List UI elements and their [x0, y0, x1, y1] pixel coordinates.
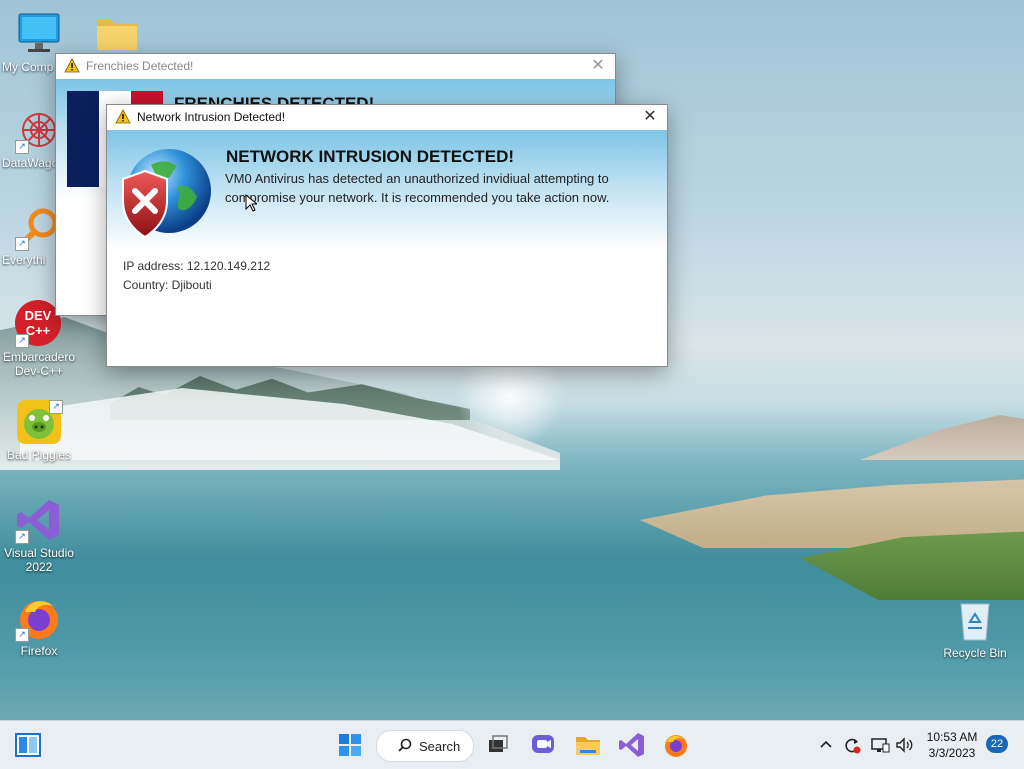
monitor-icon	[15, 10, 63, 58]
notification-badge[interactable]: 22	[986, 735, 1008, 753]
network-intrusion-dialog[interactable]: Network Intrusion Detected! ✕ NETWORK IN…	[106, 104, 668, 367]
frenchies-titlebar[interactable]: Frenchies Detected! ✕	[56, 54, 615, 78]
globe-shield-icon	[122, 149, 211, 239]
close-button[interactable]: ✕	[641, 108, 659, 126]
desktop-icon-label: Embarcadero Dev-C++	[2, 350, 76, 378]
pig-icon: ↗	[15, 398, 63, 446]
desktop-icon-firefox[interactable]: ↗ Firefox	[0, 594, 78, 658]
visual-studio-icon[interactable]	[618, 731, 646, 759]
dialog-title: Network Intrusion Detected!	[137, 110, 286, 124]
warning-icon	[64, 58, 80, 73]
search-button[interactable]: Search	[376, 730, 474, 762]
desktop-icon-recycle-bin[interactable]: Recycle Bin	[936, 596, 1014, 660]
dialog-title: Frenchies Detected!	[86, 59, 194, 73]
country-text: Country: Djibouti	[123, 278, 212, 292]
sync-icon[interactable]	[842, 735, 862, 755]
desktop-icon-label: Recycle Bin	[943, 646, 1007, 660]
firefox-icon: ↗	[15, 594, 63, 642]
show-desktop-icon[interactable]	[14, 731, 42, 759]
folder-icon	[93, 10, 141, 58]
taskbar: Search 10:53 AM 3/3/2023 22	[0, 720, 1024, 769]
recycle-bin-icon	[951, 596, 999, 644]
dialog-message: VM0 Antivirus has detected an unauthoriz…	[225, 171, 610, 205]
network-icon[interactable]	[870, 735, 890, 755]
chevron-up-icon[interactable]	[818, 737, 834, 753]
clock[interactable]: 10:53 AM 3/3/2023	[922, 729, 982, 761]
desktop-icon-visual-studio[interactable]: ↗ Visual Studio 2022	[0, 496, 78, 574]
mouse-cursor-icon	[245, 194, 257, 212]
firefox-icon[interactable]	[662, 731, 690, 759]
chat-icon[interactable]	[529, 731, 557, 759]
network-intrusion-titlebar[interactable]: Network Intrusion Detected! ✕	[107, 105, 667, 129]
desktop-icon-label: Visual Studio 2022	[4, 546, 74, 574]
search-icon	[398, 738, 412, 752]
visual-studio-icon: ↗	[15, 496, 63, 544]
start-icon[interactable]	[336, 731, 364, 759]
speaker-icon[interactable]	[894, 735, 914, 755]
desktop-icon-bad-piggies[interactable]: ↗ Bad Piggies	[0, 398, 78, 462]
ip-address-text: IP address: 12.120.149.212	[123, 259, 271, 273]
desktop-icon-label: Bad Piggies	[6, 448, 72, 462]
task-view-icon[interactable]	[484, 731, 512, 759]
dialog-heading: NETWORK INTRUSION DETECTED!	[226, 147, 515, 166]
clock-date: 3/3/2023	[928, 746, 976, 760]
desktop-icon-label: Firefox	[20, 644, 58, 658]
close-button[interactable]: ✕	[589, 57, 607, 75]
warning-icon	[115, 109, 131, 124]
clock-time: 10:53 AM	[926, 730, 978, 744]
file-explorer-icon[interactable]	[574, 731, 602, 759]
search-label: Search	[419, 738, 461, 754]
